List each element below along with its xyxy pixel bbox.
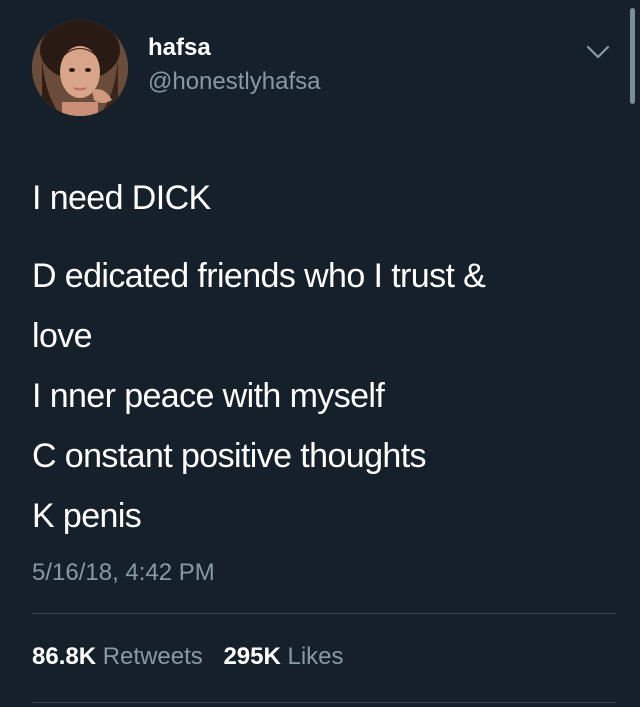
divider [32, 613, 616, 614]
divider [32, 702, 616, 703]
user-handle[interactable]: @honestlyhafsa [148, 68, 320, 96]
likes-count: 295K [223, 643, 281, 670]
tweet-text: I need DICK D edicated friends who I tru… [32, 168, 612, 546]
avatar-photo [32, 20, 128, 116]
tweet-stats: 86.8K Retweets 295K Likes [32, 642, 358, 672]
tweet-timestamp[interactable]: 5/16/18, 4:42 PM [32, 558, 215, 588]
retweets-stat[interactable]: 86.8K Retweets [32, 642, 203, 672]
scrollbar[interactable] [630, 8, 635, 104]
tweet-line: love [32, 317, 93, 355]
tweet-line: I nner peace with myself [32, 377, 385, 415]
tweet-line: K penis [32, 497, 142, 535]
avatar[interactable] [32, 20, 128, 116]
tweet-line: C onstant positive thoughts [32, 437, 427, 475]
user-display-name[interactable]: hafsa [148, 34, 211, 62]
tweet-detail-view: hafsa @honestlyhafsa I need DICK D edica… [0, 0, 640, 707]
tweet-line: I need DICK [32, 179, 211, 217]
likes-label: Likes [287, 643, 344, 670]
retweets-label: Retweets [102, 643, 203, 670]
likes-stat[interactable]: 295K Likes [223, 642, 343, 672]
chevron-down-icon[interactable] [584, 38, 612, 66]
tweet-line: D edicated friends who I trust & [32, 257, 486, 295]
retweets-count: 86.8K [32, 643, 97, 670]
